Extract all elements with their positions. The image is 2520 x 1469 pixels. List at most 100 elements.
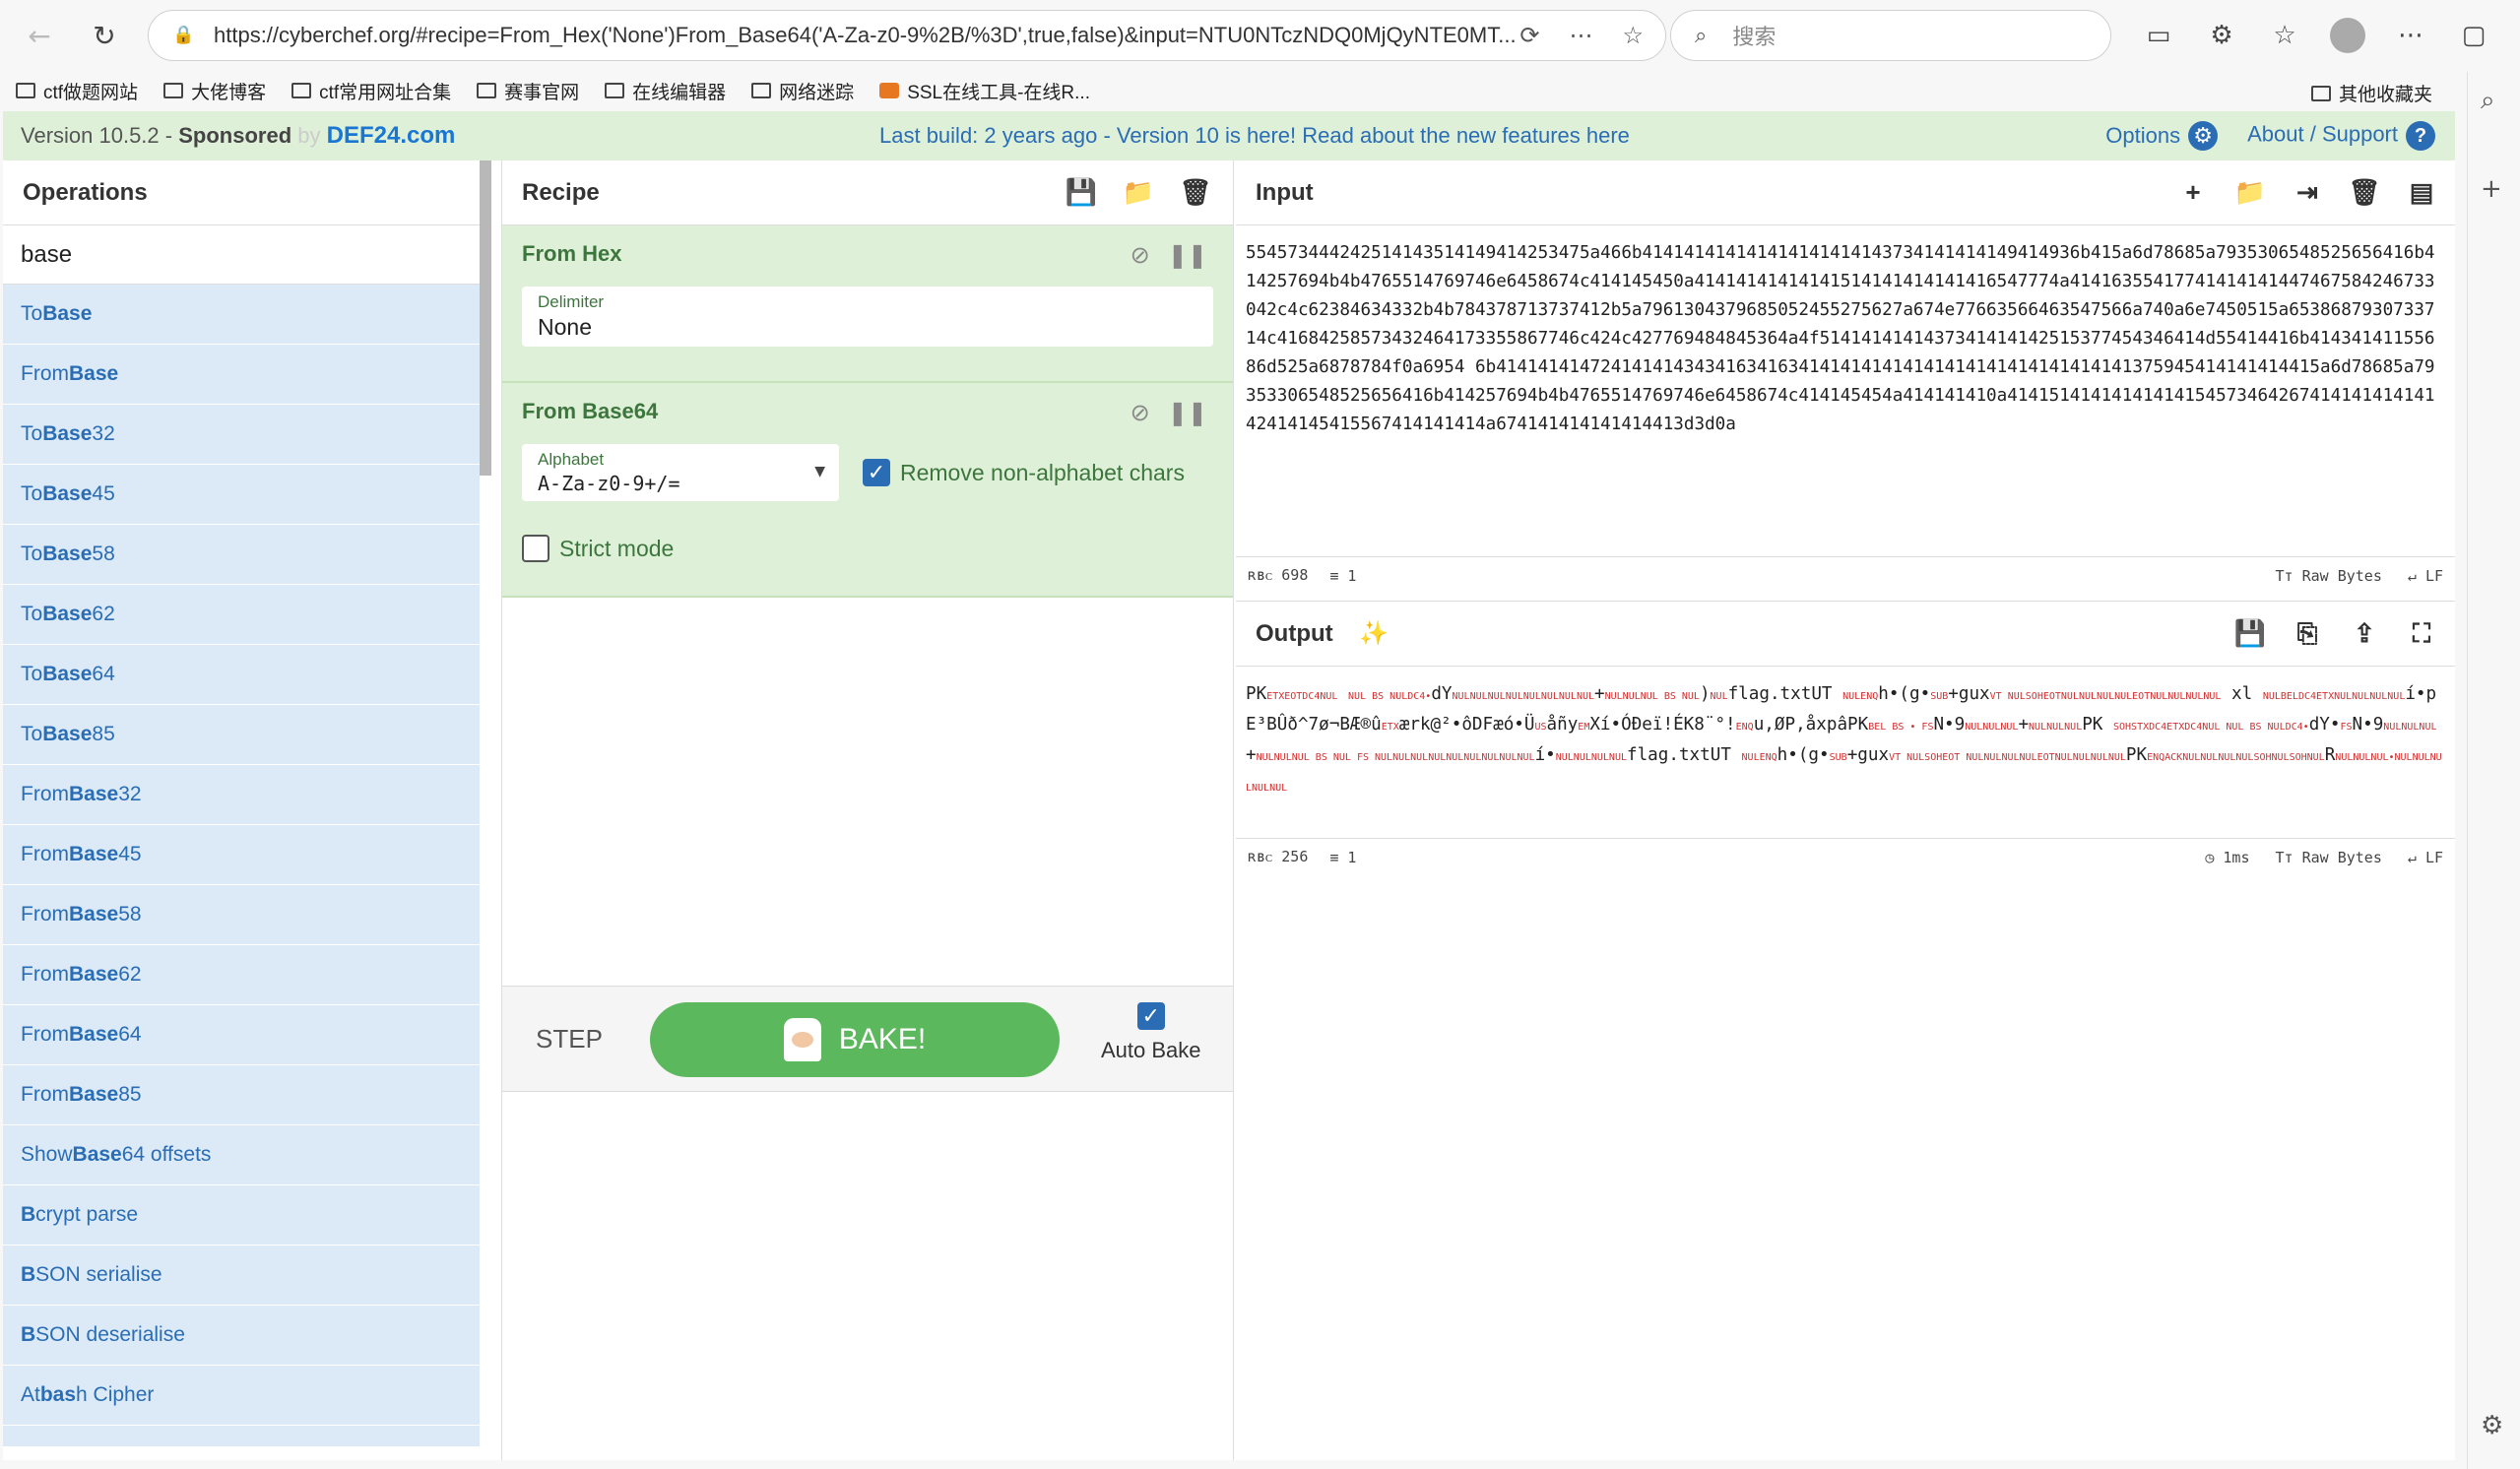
bookmark-item[interactable]: 大佬博客 [163,78,266,104]
add-tab-icon[interactable]: + [2177,177,2209,209]
operation-item[interactable]: To Base 32 [3,405,480,465]
operation-item[interactable]: To Base 62 [3,585,480,645]
output-title: Output [1256,620,1333,647]
operation-item[interactable]: From Base 45 [3,825,480,885]
operation-item[interactable]: At bas h Cipher [3,1366,480,1426]
bookmark-item[interactable]: ctf常用网址合集 [291,78,451,104]
other-bookmarks[interactable]: 其他收藏夹 [2310,80,2432,106]
extensions-icon[interactable]: ⚙ [2200,14,2243,57]
reader-icon[interactable]: ▭ [2137,14,2180,57]
maximize-icon[interactable]: ⛶ [2406,618,2437,650]
operation-item[interactable]: Show Base 64 offsets [3,1125,480,1185]
translate-icon[interactable]: ⟳ [1519,22,1539,50]
open-folder-icon[interactable]: 📁 [2234,177,2266,209]
layout-icon[interactable]: ▤ [2406,177,2437,209]
search-icon[interactable]: ⌕ [2481,86,2495,116]
output-panel: Output ✨ 💾 ⎘ ⇪ ⛶ PKETXEOTDC4NUL NUL BS N… [1236,601,2455,1460]
more-circle-icon[interactable]: ⋯ [1569,22,1592,50]
char-count: ʀʙᴄ 698 [1248,566,1309,584]
save-output-icon[interactable]: 💾 [2234,618,2266,650]
about-button[interactable]: About / Support? [2247,121,2435,151]
recipe-op-from-hex: From Hex ⊘ ❚❚ Delimiter None [502,225,1233,383]
strict-mode-checkbox[interactable]: Strict mode [522,535,1213,562]
line-count: ≡ 1 [1329,566,1357,585]
operation-item[interactable]: To Base 85 [3,705,480,765]
operation-item[interactable]: From Base 32 [3,765,480,825]
avatar[interactable] [2330,18,2365,53]
operation-item[interactable]: To Base [3,285,480,345]
operation-item[interactable]: From Base 64 [3,1005,480,1065]
input-textarea[interactable]: 554573444242514143514149414253475a466b41… [1236,225,2455,550]
bookmark-item[interactable]: SSL在线工具-在线R... [879,78,1090,104]
bake-button[interactable]: BAKE! [650,1002,1060,1077]
alphabet-select[interactable]: Alphabet A-Za-z0-9+/= ▼ [522,444,839,501]
scrollbar[interactable] [480,160,491,476]
operations-search-input[interactable]: base [3,225,480,285]
sidebar-icon[interactable]: ▢ [2452,14,2495,57]
recipe-title: Recipe [522,178,600,206]
replace-input-icon[interactable]: ⇪ [2349,618,2380,650]
pause-icon[interactable]: ❚❚ [1168,399,1207,426]
disable-icon[interactable]: ⊘ [1131,241,1150,269]
add-icon[interactable]: + [2481,174,2502,204]
operation-item[interactable]: From Base 58 [3,885,480,945]
operation-item[interactable]: From Base 62 [3,945,480,1005]
operation-item[interactable]: B SON deserialise [3,1306,480,1366]
delimiter-field[interactable]: Delimiter None [522,287,1213,347]
lock-icon: 🔒 [172,25,195,44]
folder-open-icon[interactable]: 📁 [1123,177,1154,209]
trash-icon[interactable]: 🗑 [1180,177,1212,209]
auto-bake-checkbox[interactable]: ✓ Auto Bake [1101,1002,1201,1063]
back-icon[interactable]: ← [18,14,61,57]
folder-icon [477,83,497,98]
folder-icon [605,83,625,98]
clear-trash-icon[interactable]: 🗑 [2349,177,2381,209]
sponsor-link[interactable]: DEF24.com [327,122,456,149]
recipe-op-from-base64: From Base64 ⊘ ❚❚ Alphabet A-Za-z0-9+/= ▼ … [502,383,1233,598]
reload-icon[interactable]: ↻ [83,14,126,57]
operation-item[interactable]: B SON serialise [3,1245,480,1306]
options-button[interactable]: Options ⚙ [2105,121,2219,151]
browser-toolbar: ← ↻ 🔒 https://cyberchef.org/#recipe=From… [0,0,2520,72]
notice-link[interactable]: Last build: 2 years ago - Version 10 is … [879,123,1630,149]
charset-button[interactable]: Tт Raw Bytes [2276,567,2382,585]
charset-button[interactable]: Tт Raw Bytes [2276,849,2382,866]
operation-item[interactable]: To Base 64 [3,645,480,705]
operation-item[interactable]: Bcrypt parse [3,1185,480,1245]
magic-wand-icon[interactable]: ✨ [1359,620,1389,647]
address-bar[interactable]: 🔒 https://cyberchef.org/#recipe=From_Hex… [148,10,1666,61]
bookmark-item[interactable]: 赛事官网 [477,78,579,104]
bookmark-item[interactable]: 网络迷踪 [751,78,854,104]
recipe-panel: Recipe 💾 📁 🗑 From Hex ⊘ ❚❚ Delimiter None… [501,160,1234,1460]
favorite-star-icon[interactable]: ☆ [1622,22,1644,50]
input-panel: Input + 📁 ⇥ 🗑 ▤ 554573444242514143514149… [1236,160,2455,594]
browser-search-input[interactable]: ⌕ 搜索 [1670,10,2111,61]
remove-non-alphabet-checkbox[interactable]: ✓ Remove non-alphabet chars [863,459,1185,486]
step-button[interactable]: STEP [536,1024,603,1054]
eol-button[interactable]: ↵ LF [2408,849,2443,866]
bake-time: ◷ 1ms [2205,848,2250,866]
open-file-icon[interactable]: ⇥ [2292,177,2323,209]
output-title-wrap: Output ✨ [1256,619,1389,648]
ssl-site-icon [879,83,900,98]
version-info: Version 10.5.2 - Sponsored by DEF24.com [21,122,456,149]
eol-button[interactable]: ↵ LF [2408,567,2443,585]
menu-icon[interactable]: ⋯ [2389,14,2432,57]
folder-icon [291,83,312,98]
operation-item[interactable]: From Base 85 [3,1065,480,1125]
url-text: https://cyberchef.org/#recipe=From_Hex('… [214,23,1517,47]
settings-gear-icon[interactable]: ⚙ [2481,1411,2503,1440]
op-title: From Base64 [522,399,659,423]
operation-item[interactable]: To Base 45 [3,465,480,525]
pause-icon[interactable]: ❚❚ [1168,241,1207,269]
favorites-icon[interactable]: ☆ [2263,14,2306,57]
bookmark-item[interactable]: 在线编辑器 [605,78,726,104]
checkbox-unchecked-icon [522,535,549,562]
disable-icon[interactable]: ⊘ [1131,399,1150,426]
operation-item[interactable]: To Base 58 [3,525,480,585]
search-placeholder: 搜索 [1732,25,1777,49]
bookmark-item[interactable]: ctf做题网站 [16,78,138,104]
operation-item[interactable]: From Base [3,345,480,405]
copy-icon[interactable]: ⎘ [2292,618,2323,650]
save-icon[interactable]: 💾 [1066,177,1097,209]
